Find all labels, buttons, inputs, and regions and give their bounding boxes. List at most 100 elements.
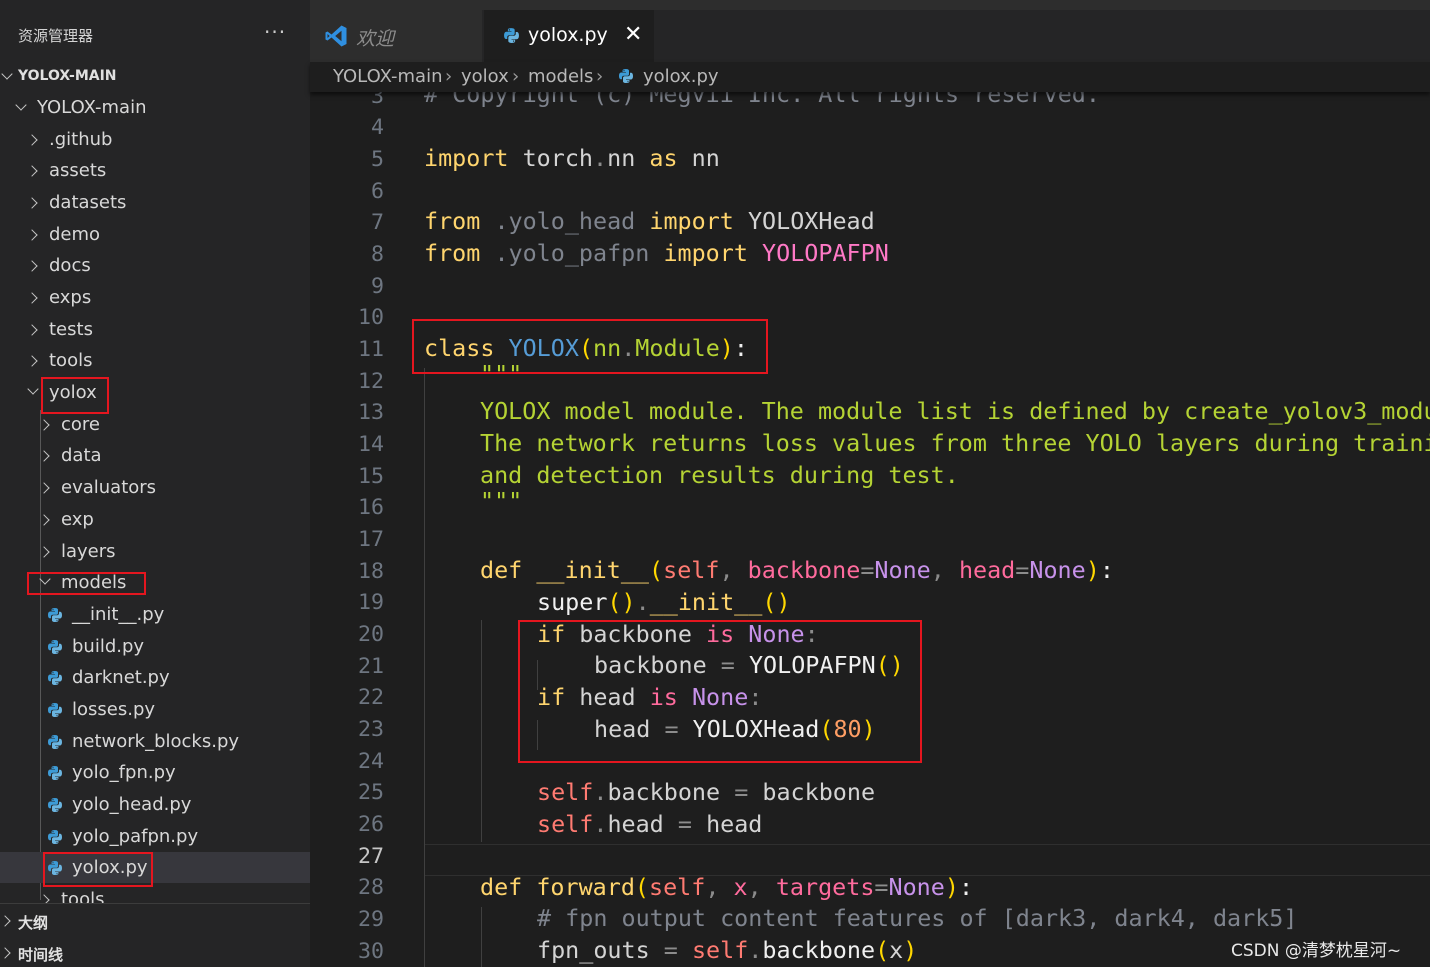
- line-number: 30: [357, 939, 384, 964]
- file-darknet-py[interactable]: darknet.py: [0, 662, 310, 693]
- tree-item-label: build.py: [72, 636, 145, 657]
- folder-tools[interactable]: tools: [0, 345, 310, 376]
- line-number: 28: [357, 875, 384, 900]
- highlight-box: [41, 377, 109, 414]
- line-number: 17: [357, 527, 384, 552]
- code-token: backbone: [747, 556, 861, 584]
- code-token: head: [958, 556, 1016, 584]
- code-token: backbone: [607, 778, 721, 806]
- tree-item-label: docs: [49, 255, 91, 276]
- explorer-header: 资源管理器 ···: [0, 10, 310, 60]
- line-number: 8: [370, 242, 384, 267]
- python-icon: [48, 671, 62, 685]
- code-token: ,: [705, 873, 720, 901]
- breadcrumb-item[interactable]: models: [528, 66, 593, 87]
- code-line-25: self.backbone = backbone: [537, 778, 875, 806]
- chevron-right-icon: [38, 482, 50, 494]
- file-yolo-fpn-py[interactable]: yolo_fpn.py: [0, 757, 310, 788]
- code-editor[interactable]: 3 4 5 6 7 8 9 10 11 12 13 14 15 16 17 18…: [310, 92, 1430, 967]
- close-icon[interactable]: ✕: [624, 22, 642, 47]
- code-token: nn: [607, 144, 636, 172]
- code-line-19: super().__init__(): [537, 588, 791, 616]
- tree-item-label: __init__.py: [72, 604, 165, 625]
- code-token: =: [1015, 556, 1030, 584]
- folder-yolox-main[interactable]: YOLOX-main: [0, 92, 310, 123]
- file-init-py[interactable]: __init__.py: [0, 599, 310, 630]
- folder-tests[interactable]: tests: [0, 314, 310, 345]
- chevron-right-icon: [26, 229, 38, 241]
- line-number: 24: [357, 749, 384, 774]
- folder-github[interactable]: .github: [0, 124, 310, 155]
- breadcrumb: YOLOX-main › yolox › models › yolox.py: [310, 62, 1430, 92]
- chevron-right-icon: [0, 947, 11, 959]
- folder-data[interactable]: data: [0, 440, 310, 471]
- code-token: fpn_outs: [537, 936, 650, 964]
- folder-exp[interactable]: exp: [0, 504, 310, 535]
- line-number: 9: [370, 274, 384, 299]
- sidebar-bottom-panels: 大纲 时间线: [0, 903, 310, 967]
- code-line-26: self.head = head: [537, 810, 762, 838]
- code-token: =: [860, 556, 875, 584]
- code-token: .yolo_pafpn: [494, 239, 650, 267]
- workspace-section-header[interactable]: YOLOX-MAIN: [0, 62, 310, 92]
- tab-yolox-py[interactable]: yolox.py ✕: [484, 10, 654, 62]
- tree-item-label: yolo_head.py: [72, 794, 192, 815]
- line-number: 26: [357, 812, 384, 837]
- line-number: 16: [357, 495, 384, 520]
- chevron-right-icon: [26, 260, 38, 272]
- tab-welcome[interactable]: 欢迎: [310, 10, 482, 62]
- tree-item-label: darknet.py: [72, 667, 170, 688]
- more-actions-icon[interactable]: ···: [264, 20, 286, 44]
- code-token: (: [649, 556, 664, 584]
- code-token: .yolo_head: [494, 207, 636, 235]
- code-line-14: The network returns loss values from thr…: [480, 429, 1430, 457]
- current-line-highlight: [424, 844, 1430, 876]
- folder-docs[interactable]: docs: [0, 250, 310, 281]
- folder-exps[interactable]: exps: [0, 282, 310, 313]
- code-token: self: [691, 936, 749, 964]
- chevron-down-icon: [1, 68, 13, 80]
- code-line-29: # fpn output content features of [dark3,…: [537, 904, 1298, 932]
- chevron-right-icon: [38, 546, 50, 558]
- code-token: import: [649, 207, 734, 235]
- code-token: .: [593, 144, 608, 172]
- tree-item-label: assets: [49, 160, 107, 181]
- file-network-blocks-py[interactable]: network_blocks.py: [0, 726, 310, 757]
- folder-layers[interactable]: layers: [0, 536, 310, 567]
- code-token: def: [480, 556, 523, 584]
- code-token: =: [677, 810, 692, 838]
- code-token: __init__: [649, 588, 763, 616]
- folder-datasets[interactable]: datasets: [0, 187, 310, 218]
- timeline-section-header[interactable]: 时间线: [0, 938, 310, 967]
- breadcrumb-item[interactable]: yolox: [461, 66, 509, 87]
- folder-demo[interactable]: demo: [0, 219, 310, 250]
- file-losses-py[interactable]: losses.py: [0, 694, 310, 725]
- code-line-7: from .yolo_head import YOLOXHead: [424, 207, 875, 235]
- tree-item-label: losses.py: [72, 699, 156, 720]
- tree-item-label: data: [61, 445, 102, 466]
- code-token: .: [635, 588, 650, 616]
- line-number: 22: [357, 685, 384, 710]
- file-build-py[interactable]: build.py: [0, 631, 310, 662]
- breadcrumb-item[interactable]: YOLOX-main: [333, 66, 443, 87]
- file-yolo-head-py[interactable]: yolo_head.py: [0, 789, 310, 820]
- line-number: 19: [357, 590, 384, 615]
- code-token: __init__: [536, 556, 650, 584]
- folder-evaluators[interactable]: evaluators: [0, 472, 310, 503]
- code-token: from: [424, 239, 481, 267]
- folder-assets[interactable]: assets: [0, 155, 310, 186]
- chevron-right-icon: [38, 514, 50, 526]
- code-token: (: [634, 873, 650, 901]
- outline-section-header[interactable]: 大纲: [0, 906, 310, 937]
- breadcrumb-item[interactable]: yolox.py: [643, 66, 719, 87]
- breadcrumb-separator: ›: [512, 66, 520, 87]
- code-token: self: [537, 778, 594, 806]
- code-token: import: [424, 144, 509, 172]
- code-token: head: [706, 810, 763, 838]
- line-number: 7: [370, 210, 384, 235]
- file-yolo-pafpn-py[interactable]: yolo_pafpn.py: [0, 821, 310, 852]
- code-token: YOLOXHead: [747, 207, 875, 235]
- tab-label: yolox.py: [528, 24, 608, 46]
- line-number: 10: [357, 305, 384, 330]
- line-number: 29: [357, 907, 384, 932]
